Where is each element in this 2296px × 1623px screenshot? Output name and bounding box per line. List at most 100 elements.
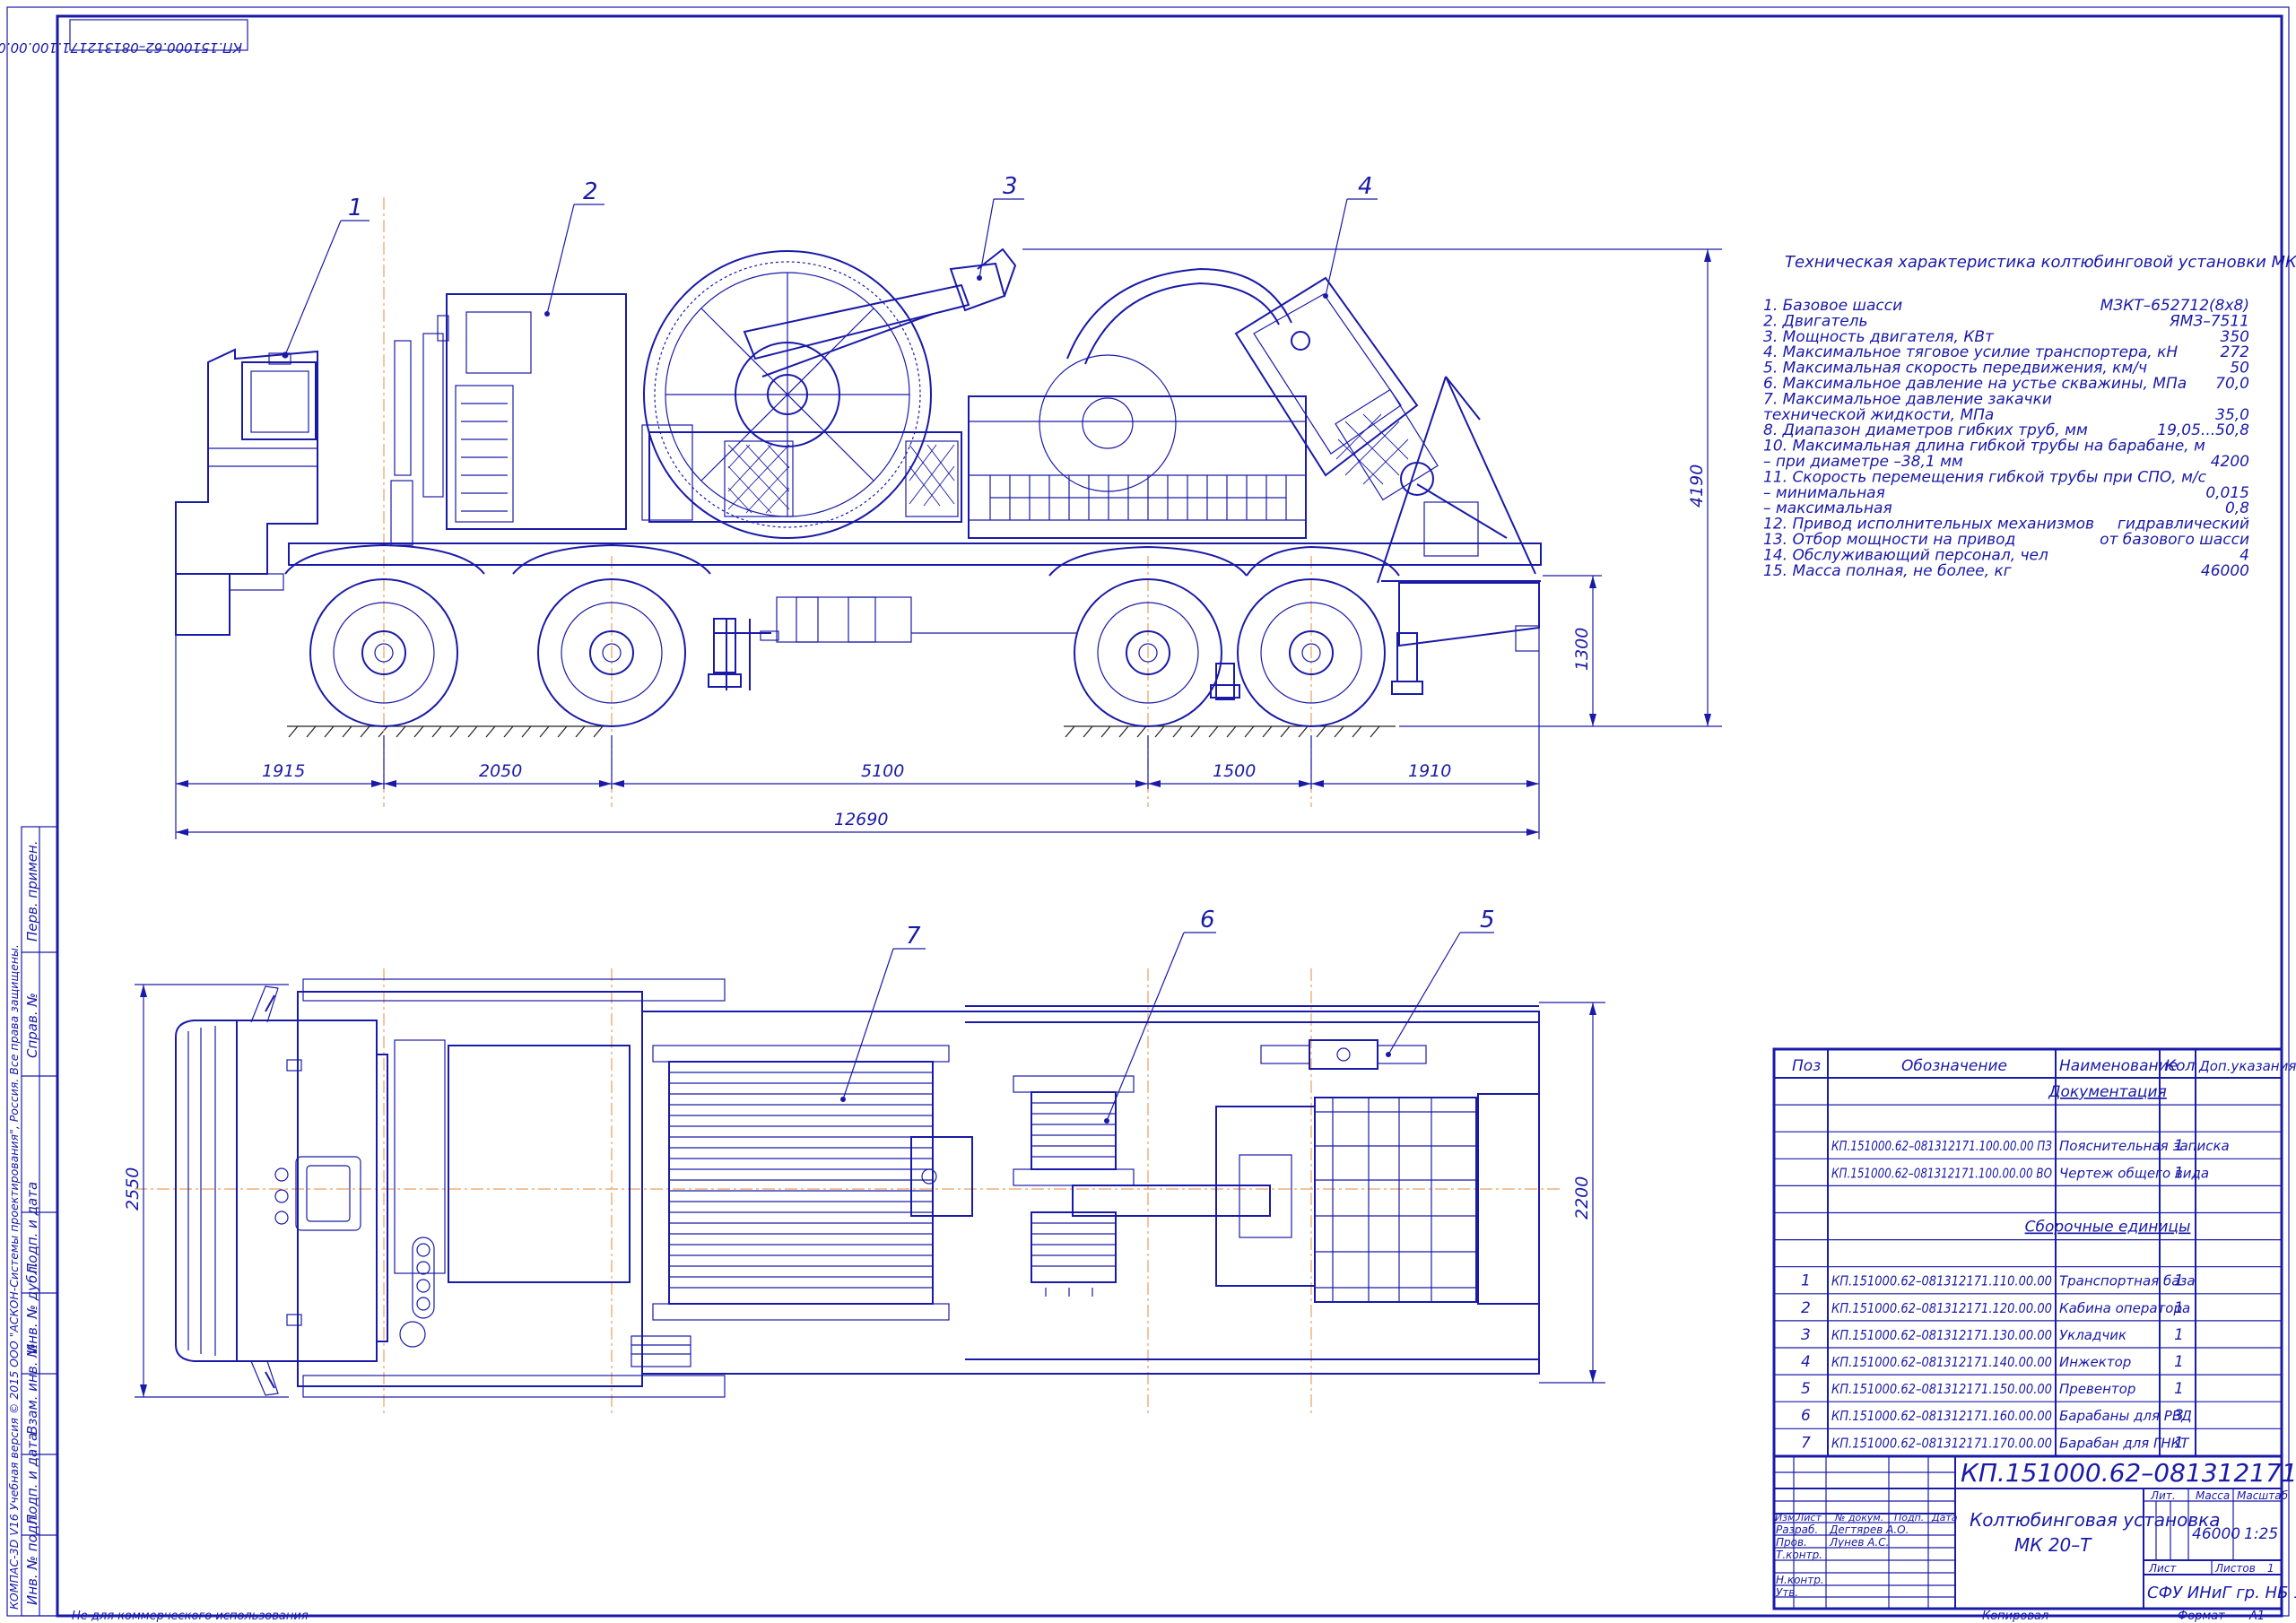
- tb-person: Лунев А.С.: [1829, 1536, 1889, 1549]
- svg-text:6: 6: [1200, 907, 1215, 933]
- svg-text:4190: 4190: [1687, 464, 1707, 508]
- spec-row: 15. Масса полная, не более, кг 46000: [1763, 562, 2249, 580]
- tb-name-1: Колтюбинговая установка: [1970, 1509, 2220, 1531]
- tb-head-sign: Подп.: [1894, 1512, 1924, 1523]
- bom-name: Инжектор: [2059, 1354, 2131, 1370]
- bom-name: Превентор: [2059, 1381, 2135, 1397]
- footer-copy: Копировал: [1982, 1610, 2048, 1623]
- bom-row: 3 КП.151000.62–081312171.130.00.00 Укладчи…: [1774, 1326, 2282, 1349]
- bom-head-pos: Поз: [1792, 1057, 1821, 1075]
- bom-pos: 6: [1801, 1407, 1811, 1425]
- ground-hatch-front: [287, 725, 610, 738]
- bom-row: 1 КП.151000.62–081312171.110.00.00 Транспо…: [1774, 1272, 2282, 1295]
- specs-title: Техническая характеристика колтюбинговой…: [1785, 253, 2296, 272]
- plan-view: 5 6 7 2550 2200: [123, 907, 1605, 1417]
- footer-left: Не для коммерческого использования: [72, 1610, 309, 1623]
- bom-name: Укладчик: [2059, 1327, 2126, 1343]
- bom-row: 5 КП.151000.62–081312171.150.00.00 Превент…: [1774, 1380, 2282, 1402]
- tb-lit-label: Лит.: [2150, 1489, 2176, 1502]
- spec-value: 70,0: [2215, 375, 2249, 393]
- svg-text:5100: 5100: [861, 761, 904, 781]
- bom-qty: 1: [2174, 1353, 2184, 1371]
- tech-specs: Техническая характеристика колтюбинговой…: [1763, 253, 2296, 580]
- callout-6: 6: [1104, 907, 1216, 1124]
- svg-text:2: 2: [583, 178, 598, 205]
- tb-role: Пров.: [1776, 1536, 1807, 1549]
- bom-code: КП.151000.62–081312171.120.00.00: [1831, 1300, 2052, 1316]
- bom-head-note: Доп.указания: [2198, 1058, 2296, 1074]
- svg-text:2550: 2550: [123, 1167, 143, 1211]
- operator-cabin: [394, 293, 627, 530]
- bom-row: 7 КП.151000.62–081312171.170.00.00 Барабан…: [1774, 1434, 2282, 1457]
- spec-value: от базового шасси: [2100, 531, 2249, 549]
- bom-table: Поз Обозначение Наименование Кол Доп.ука…: [1772, 1047, 2296, 1458]
- title-block: Изм. Лист № докум. Подп. Дата Разраб. Дег…: [1772, 1454, 2296, 1610]
- bom-name: Чертеж общего вида: [2059, 1165, 2209, 1181]
- tb-role: Утв.: [1776, 1586, 1798, 1599]
- bom-qty: 1: [2174, 1299, 2184, 1317]
- bom-row: КП.151000.62–081312171.100.00.00 ПЗ Поясн…: [1774, 1137, 2282, 1159]
- bom-row: Сборочные единицы: [1774, 1219, 2282, 1241]
- bom-code: КП.151000.62–081312171.150.00.00: [1831, 1381, 2052, 1397]
- tb-person: Дегтярев А.О.: [1829, 1523, 1909, 1536]
- outrigger-2: [1391, 632, 1423, 695]
- callout-1: 1: [282, 195, 370, 359]
- tb-role: Т.контр.: [1776, 1549, 1822, 1561]
- tb-mass: 46000: [2192, 1525, 2240, 1543]
- plan-cab: [175, 985, 378, 1396]
- bom-row: 4 КП.151000.62–081312171.140.00.00 Инжекто…: [1774, 1353, 2282, 1376]
- callout-4: 4: [1323, 173, 1378, 299]
- bom-name: Сборочные единицы: [2025, 1219, 2191, 1237]
- bom-row: 2 КП.151000.62–081312171.120.00.00 Кабина …: [1774, 1299, 2282, 1322]
- tb-org: СФУ ИНиГ гр. НБ 13–01: [2147, 1584, 2296, 1602]
- bom-qty: 1: [2174, 1164, 2184, 1182]
- bom-head-code: Обозначение: [1901, 1057, 2007, 1075]
- bom-name: Барабан для ГНКТ: [2059, 1435, 2190, 1451]
- bom-code: КП.151000.62–081312171.110.00.00: [1831, 1273, 2052, 1289]
- side-view: 1 2 3 4 1915 2050 5100 1500 1910 12690 1…: [175, 173, 1722, 839]
- tb-sheets: 1: [2267, 1562, 2274, 1575]
- side-label-4: Взам. инв. №: [24, 1343, 40, 1435]
- bom-row: Документация: [1774, 1083, 2282, 1106]
- svg-text:1500: 1500: [1213, 761, 1256, 781]
- bom-pos: 5: [1801, 1380, 1811, 1398]
- inverted-code: КП.151000.62–081312171.100.00.00 ВО: [0, 39, 242, 56]
- bom-code: КП.151000.62–081312171.100.00.00 ПЗ: [1831, 1138, 2052, 1154]
- spec-label: 15. Масса полная, не более, кг: [1763, 562, 2012, 580]
- svg-text:1910: 1910: [1408, 761, 1451, 781]
- callout-5: 5: [1386, 907, 1495, 1057]
- tb-head-date: Дата: [1931, 1512, 1958, 1523]
- svg-text:2200: 2200: [1572, 1176, 1592, 1219]
- tb-head-izm: Изм.: [1775, 1512, 1798, 1523]
- bom-qty: 1: [2174, 1272, 2184, 1290]
- bom-row: КП.151000.62–081312171.100.00.00 ВО Черте…: [1774, 1164, 2282, 1187]
- side-label-1: Справ. №: [24, 993, 40, 1058]
- side-label-0: Перв. примен.: [24, 840, 40, 942]
- bom-name: Кабина оператора: [2059, 1300, 2190, 1316]
- coil-tubing-reel: [641, 247, 1017, 539]
- bom-qty: 1: [2174, 1326, 2184, 1344]
- tb-scale: 1:25: [2244, 1525, 2278, 1543]
- tb-role: Разраб.: [1776, 1523, 1818, 1536]
- svg-text:1300: 1300: [1572, 628, 1592, 671]
- bom-qty: 3: [2174, 1407, 2184, 1425]
- footer-format-value: А1: [2248, 1610, 2265, 1623]
- svg-text:7: 7: [906, 923, 921, 950]
- bom-pos: 1: [1801, 1272, 1811, 1290]
- bom-qty: 1: [2174, 1434, 2184, 1452]
- tb-sheet-label: Лист: [2148, 1562, 2177, 1575]
- svg-text:1: 1: [348, 195, 363, 221]
- plan-preventer: [1260, 1039, 1427, 1070]
- side-label-5: Подп. и дата: [24, 1433, 40, 1524]
- truck-cab: [175, 348, 413, 636]
- bom-pos: 3: [1801, 1326, 1811, 1344]
- bom-code: КП.151000.62–081312171.130.00.00: [1831, 1327, 2052, 1343]
- plan-reel: [631, 1045, 973, 1367]
- tb-head-doc: № докум.: [1834, 1512, 1883, 1523]
- bom-code: КП.151000.62–081312171.140.00.00: [1831, 1354, 2052, 1370]
- bom-name: Документация: [2048, 1083, 2167, 1101]
- bom-pos: 7: [1801, 1434, 1811, 1452]
- tb-scale-label: Масштаб: [2237, 1489, 2289, 1502]
- side-label-2: Подп. и дата: [24, 1182, 40, 1273]
- bom-name: Барабаны для РВД: [2059, 1408, 2192, 1424]
